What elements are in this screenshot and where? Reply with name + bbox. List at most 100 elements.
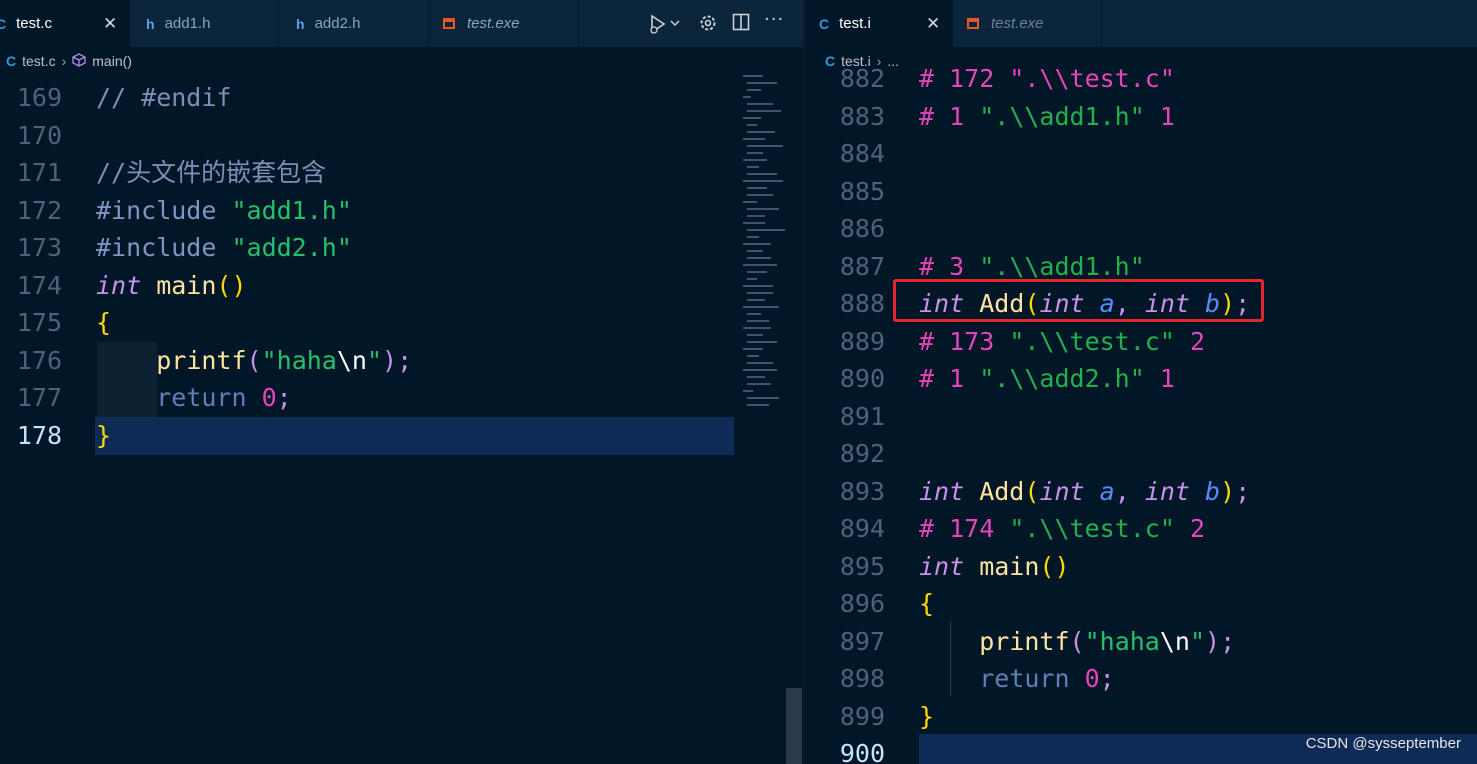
code-line[interactable]: 896 { [805,585,1477,623]
code-token: ) [1205,626,1221,656]
line-number: 888 [839,289,885,318]
code-line[interactable]: 173 #include "add2.h" [0,229,803,267]
code-token: "haha [261,345,337,375]
run-debug-icon[interactable] [648,13,680,40]
minimap-line [747,103,773,105]
code-token: 0 [1069,664,1100,693]
code-editor[interactable]: 169 // #endif 170 171 //头文件的嵌套包含 172 #include … [0,75,803,764]
code-line[interactable]: 886 [805,210,1477,248]
code-token: // #endif [96,83,232,112]
h-file-icon: h [296,15,305,32]
code-token: 1 [1144,101,1175,131]
close-tab-icon[interactable]: ✕ [103,14,117,34]
tab-test-i[interactable]: C test.i ✕ [805,0,953,47]
minimap-line [747,334,763,336]
line-number: 886 [839,214,885,243]
left-tab-bar: C test.c ✕ h add1.h h add2.h test.exe ··… [0,0,803,47]
code-text: # 1 ".\\add2.h" 1 [919,360,1175,398]
code-token: 174 [949,514,1010,543]
minimap-line [743,243,771,245]
code-editor[interactable]: 882 # 172 ".\\test.c" 883 # 1 ".\\add1.h" 1… [805,64,1477,764]
code-line[interactable]: 899} [805,698,1477,736]
line-number: 169 [16,83,62,112]
minimap-line [743,138,765,140]
line-number: 889 [839,326,885,356]
minimap-line [743,75,763,77]
line-number: 173 [16,233,62,262]
minimap-line [743,264,777,266]
code-token: } [919,701,935,731]
code-line[interactable]: 890 # 1 ".\\add2.h" 1 [805,360,1477,398]
code-token: int [1144,476,1190,506]
code-line[interactable]: 172 #include "add1.h" [0,192,803,230]
tab-label: test.c [16,15,52,32]
code-line[interactable]: 895 int main() [805,548,1477,586]
breadcrumb-symbol[interactable]: main() [92,53,132,69]
code-token: #include [96,233,232,262]
split-editor-icon[interactable] [732,13,750,36]
tab-test-exe[interactable]: test.exe [953,0,1102,47]
code-line[interactable]: 893 int Add(int a, int b); [805,473,1477,511]
line-number: 898 [839,664,885,693]
code-line[interactable]: 170 [0,117,803,155]
code-line[interactable]: 894 # 174 ".\\test.c" 2 [805,510,1477,548]
code-line[interactable]: 885 [805,173,1477,211]
code-token: b [1189,476,1221,506]
code-line[interactable]: 178} [0,417,803,455]
code-token: int [919,551,965,581]
close-tab-icon[interactable]: ✕ [926,14,940,34]
code-token: a [1084,476,1115,506]
code-line[interactable]: 882 # 172 ".\\test.c" [805,60,1477,98]
c-file-icon: C [6,53,17,69]
code-token: "add2.h" [231,233,352,262]
minimap-line [743,222,765,224]
more-icon[interactable]: ··· [764,9,784,30]
minimap-line [747,187,767,189]
code-token: ( [1024,476,1040,506]
code-text: //头文件的嵌套包含 [96,154,326,192]
code-token: 1 [949,101,980,131]
code-line[interactable]: 898 return 0; [805,660,1477,698]
tab-add2-h[interactable]: h add2.h [279,0,429,47]
code-token: ".\\add1.h" [979,101,1145,131]
code-line[interactable]: 892 [805,435,1477,473]
code-line[interactable]: 884 [805,135,1477,173]
code-line[interactable]: 175 { [0,304,803,342]
code-token: 3 [949,251,980,281]
code-line[interactable]: 174 int main() [0,267,803,305]
code-line[interactable]: 171 //头文件的嵌套包含 [0,154,803,192]
code-token: # [919,364,950,393]
line-number: 175 [16,308,62,337]
minimap[interactable] [741,75,786,435]
code-line[interactable]: 883 # 1 ".\\add1.h" 1 [805,98,1477,136]
minimap-line [743,306,779,308]
gear-icon[interactable] [698,13,718,38]
code-token: # 172 ".\\test.c" [919,64,1175,93]
code-line[interactable]: 889 # 173 ".\\test.c" 2 [805,323,1477,361]
code-line[interactable]: 891 [805,398,1477,436]
scrollbar[interactable] [786,688,802,764]
code-token: ) [1220,476,1236,506]
minimap-line [747,82,777,84]
code-token: return [156,383,247,412]
tab-test-exe[interactable]: test.exe [429,0,579,47]
minimap-line [747,362,773,364]
breadcrumb-file[interactable]: test.c [22,53,55,69]
code-token: # [919,514,950,543]
code-line[interactable]: 169 // #endif [0,79,803,117]
minimap-line [747,278,757,280]
code-line[interactable]: 897 printf("haha\n"); [805,623,1477,661]
code-token: ; [1099,664,1115,693]
code-token: main [141,270,217,300]
code-token: int [1039,476,1085,506]
line-number: 890 [839,364,885,393]
code-line[interactable]: 176 printf("haha\n"); [0,342,803,380]
line-number: 895 [839,551,885,581]
code-line[interactable]: 177 return 0; [0,379,803,417]
code-token: printf [979,626,1070,656]
code-text: int main() [919,548,1070,586]
tab-add1-h[interactable]: h add1.h [130,0,279,47]
right-tab-bar: C test.i ✕ test.exe [805,0,1477,47]
tab-test-c[interactable]: C test.c ✕ [0,0,130,47]
